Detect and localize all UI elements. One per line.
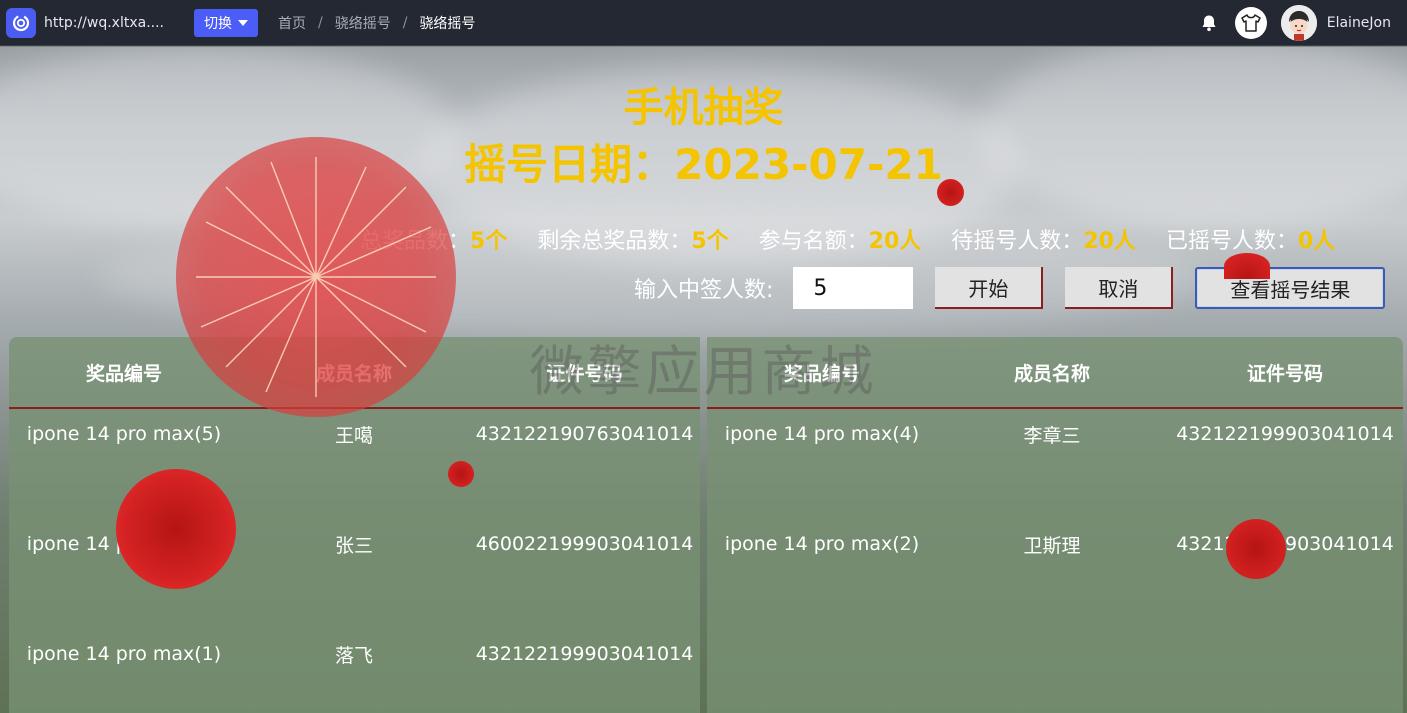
prize-id-cell: ipone 14 pro max(3) (26, 533, 222, 555)
breadcrumb-current: 骁络摇号 (419, 15, 476, 32)
stat-total-prizes: 总奖品数： 5个 (360, 223, 507, 255)
breadcrumb-separator: / (402, 14, 408, 31)
breadcrumb-home[interactable]: 首页 (278, 13, 306, 33)
watermark: 微擎应用商城 (529, 340, 878, 403)
prize-id-cell: ipone 14 pro max(4) (724, 423, 920, 445)
lottery-title: 手机抽奖 (623, 85, 784, 131)
stat-label: 待摇号人数： (951, 229, 1084, 254)
lottery-date-label: 摇号日期： (464, 140, 675, 189)
start-button[interactable]: 开始 (935, 267, 1044, 309)
stat-value: 5个 (470, 229, 508, 254)
theme-shirt-icon[interactable] (1234, 7, 1267, 39)
lottery-date: 摇号日期：2023-07-21 (0, 131, 1407, 192)
switch-button-label: 切换 (204, 15, 232, 32)
id-number-cell: 432122199903041014 (475, 643, 694, 665)
winner-count-label: 输入中签人数: (634, 278, 774, 303)
lottery-stage: 手机抽奖 摇号日期：2023-07-21 总奖品数： 5个 剩余总奖品数： 5个 参… (0, 47, 1407, 713)
table-row: ipone 14 pro max(2) 卫斯理 4321221999030410… (707, 489, 1403, 599)
id-number-cell: 432122190763041014 (475, 423, 694, 445)
table-row: ipone 14 pro max(1) 落飞 43212219990304101… (9, 599, 700, 709)
stat-label: 参与名额： (758, 229, 869, 254)
id-number-cell: 432122199903041014 (1176, 423, 1394, 445)
breadcrumb: 首页 / 骁络摇号 / 骁络摇号 (278, 13, 475, 33)
stat-label: 已摇号人数： (1165, 229, 1298, 254)
view-result-button[interactable]: 查看摇号结果 (1195, 267, 1386, 309)
table-row: ipone 14 pro max(3) 张三 46002219990304101… (9, 489, 700, 599)
member-name-cell: 李章三 (1023, 424, 1081, 447)
breadcrumb-separator: / (318, 14, 323, 31)
prize-id-cell: ipone 14 pro max(5) (26, 423, 222, 445)
top-bar: http://wq.xltxa.... 切换 首页 / 骁络摇号 / 骁络摇号 … (0, 0, 1407, 46)
bell-icon[interactable] (1197, 11, 1221, 35)
stat-drawn: 已摇号人数： 0人 (1166, 223, 1335, 255)
site-url[interactable]: http://wq.xltxa.... (44, 15, 164, 31)
id-number-cell: 432122199903041014 (1176, 533, 1394, 555)
stat-remaining-prizes: 剩余总奖品数： 5个 (537, 223, 728, 255)
stat-value: 20人 (1083, 229, 1136, 254)
switch-button[interactable]: 切换 (194, 8, 258, 37)
app-logo-icon[interactable] (6, 7, 36, 38)
username[interactable]: ElaineJon (1327, 15, 1391, 31)
breadcrumb-module[interactable]: 骁络摇号 (335, 13, 391, 33)
stat-label: 剩余总奖品数： (537, 229, 692, 254)
avatar[interactable] (1280, 5, 1317, 41)
member-name-cell: 落飞 (334, 644, 373, 667)
member-name-cell: 卫斯理 (1023, 534, 1081, 557)
stat-quota: 参与名额： 20人 (759, 223, 922, 255)
lottery-stats: 总奖品数： 5个 剩余总奖品数： 5个 参与名额： 20人 待摇号人数： 20人 已摇号… (360, 223, 1335, 255)
member-name-cell: 王噶 (334, 424, 373, 447)
lottery-date-value: 2023-07-21 (674, 140, 943, 189)
top-right-tools: ElaineJon (1197, 0, 1391, 46)
stat-pending: 待摇号人数： 20人 (951, 223, 1136, 255)
member-name-cell: 张三 (334, 534, 373, 557)
winner-count-input[interactable] (793, 267, 914, 309)
prize-id-cell: ipone 14 pro max(2) (724, 533, 920, 555)
stat-value: 0人 (1297, 229, 1336, 254)
stat-value: 5个 (691, 229, 729, 254)
stat-value: 20人 (868, 229, 922, 254)
id-number-cell: 460022199903041014 (475, 533, 694, 555)
prize-id-cell: ipone 14 pro max(1) (26, 643, 222, 665)
caret-down-icon (238, 19, 248, 26)
stat-label: 总奖品数： (360, 229, 471, 254)
cancel-button[interactable]: 取消 (1065, 267, 1174, 309)
draw-controls: 输入中签人数: 开始 取消 查看摇号结果 (634, 267, 1386, 309)
